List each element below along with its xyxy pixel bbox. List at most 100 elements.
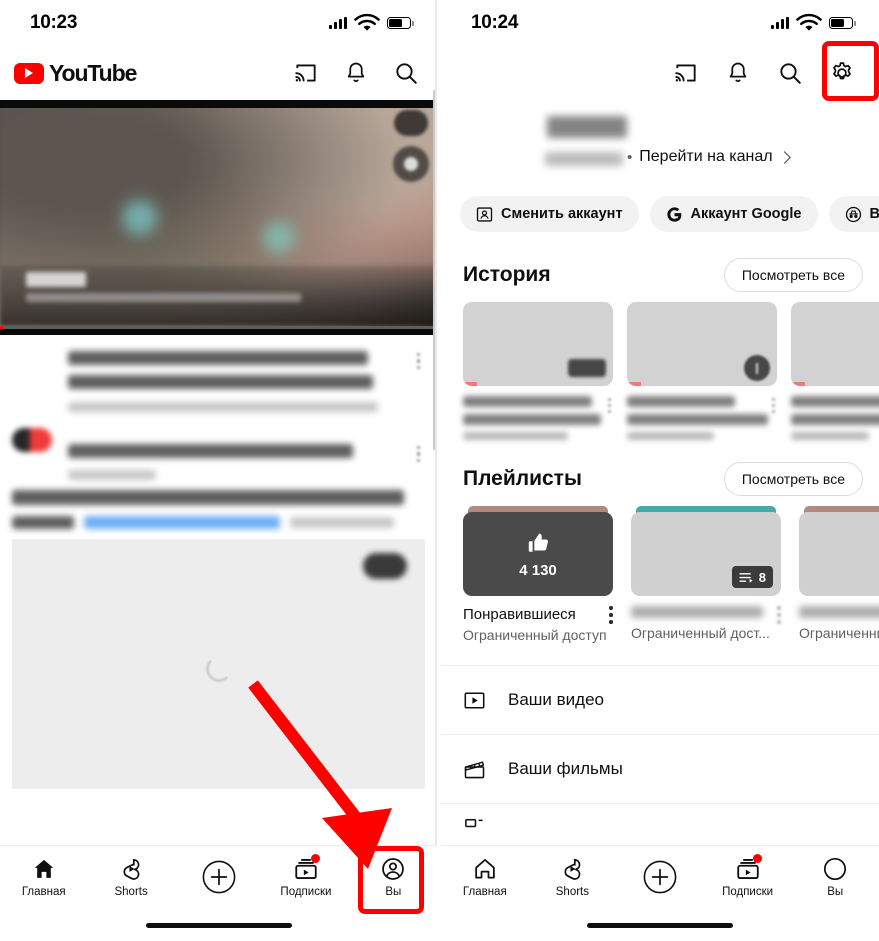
playlist-card-meta: Понравившиеся Ограниченный доступ xyxy=(463,596,613,643)
history-kebab-menu[interactable] xyxy=(608,398,611,416)
account-header: • Перейти на канал xyxy=(441,100,879,192)
youtube-logo[interactable]: YouTube xyxy=(14,60,137,87)
feed-title-line-1 xyxy=(68,351,368,365)
shorts-icon xyxy=(123,859,140,880)
left-bottom-nav: Главная Shorts Подписки Вы xyxy=(0,845,437,941)
playlist-title: Понравившиеся xyxy=(463,606,576,623)
chip-incognito[interactable]: Включить р xyxy=(828,196,879,232)
playlist-card-meta: Ограниченнь xyxy=(799,596,879,641)
playlist-title-redacted xyxy=(631,606,763,618)
search-icon[interactable] xyxy=(777,60,803,86)
history-thumbnail xyxy=(627,302,777,386)
player-seek-bar[interactable] xyxy=(0,326,437,329)
shorts-badge xyxy=(744,355,770,381)
nav-item-home[interactable]: Главная xyxy=(441,856,529,898)
feed-kebab-menu[interactable] xyxy=(417,353,421,372)
history-section-header: История Посмотреть все xyxy=(441,232,879,302)
account-avatar-icon xyxy=(382,858,405,880)
separator-dot: • xyxy=(627,148,633,166)
playlists-card-row[interactable]: 4 130 Понравившиеся Ограниченный доступ xyxy=(441,506,879,643)
playlist-kebab-menu[interactable] xyxy=(609,606,613,627)
history-card-meta xyxy=(791,386,879,440)
feed-title-line-2 xyxy=(68,375,373,389)
playlist-card[interactable]: Ограниченнь xyxy=(799,506,879,643)
playlist-card-meta: Ограниченный дост... xyxy=(631,596,781,641)
search-icon[interactable] xyxy=(393,60,419,86)
cellular-bars-icon xyxy=(329,17,347,29)
nav-item-home[interactable]: Главная xyxy=(0,856,87,898)
nav-item-subscriptions[interactable]: Подписки xyxy=(704,854,792,898)
notifications-bell-icon[interactable] xyxy=(725,60,751,86)
account-action-chips: Сменить аккаунт Аккаунт Google В xyxy=(441,192,879,232)
partial-list-icon xyxy=(465,818,483,827)
nav-item-you[interactable]: Вы xyxy=(791,856,879,898)
player-side-controls[interactable] xyxy=(393,110,429,182)
gear-settings-icon[interactable] xyxy=(829,60,855,86)
history-card-meta xyxy=(463,386,613,440)
left-phone-panel: 10:23 YouTube Главная Shorts Подписки Вы xyxy=(0,0,437,941)
chip-switch-account[interactable]: Сменить аккаунт xyxy=(460,196,639,232)
menu-item-partial[interactable] xyxy=(441,804,879,834)
player-caption-line xyxy=(26,293,301,302)
history-card[interactable] xyxy=(463,302,613,440)
create-plus-icon xyxy=(643,860,677,894)
playlist-title-redacted xyxy=(799,606,879,618)
menu-item-your-movies[interactable]: Ваши фильмы xyxy=(441,735,879,803)
home-indicator xyxy=(587,923,733,928)
playlist-kebab-menu[interactable] xyxy=(777,606,781,627)
history-card[interactable] xyxy=(791,302,879,440)
feed-kebab-menu-2[interactable] xyxy=(417,446,421,465)
channel-avatar[interactable] xyxy=(12,428,52,452)
nav-label-shorts: Shorts xyxy=(555,886,590,898)
playlist-thumbnail xyxy=(799,512,879,596)
playlist-privacy: Ограниченнь xyxy=(799,625,879,641)
history-card[interactable] xyxy=(627,302,777,440)
player-quality-pill[interactable] xyxy=(394,110,428,136)
history-kebab-menu[interactable] xyxy=(772,398,775,416)
playlist-count-value: 8 xyxy=(758,569,766,585)
right-phone-panel: 10:24 • Перейти на канал Сменить аккаунт… xyxy=(441,0,879,941)
status-indicators xyxy=(329,10,414,36)
nav-item-shorts[interactable]: Shorts xyxy=(87,856,174,898)
menu-item-your-videos[interactable]: Ваши видео xyxy=(441,666,879,734)
nav-label-home: Главная xyxy=(21,886,66,898)
feed-video-title-block[interactable] xyxy=(0,335,437,420)
player-letterbox-top xyxy=(0,100,437,108)
playlist-card[interactable]: 8 Ограниченный дост... xyxy=(631,506,781,643)
description-more[interactable] xyxy=(290,517,394,528)
nav-item-create[interactable] xyxy=(616,860,704,894)
history-card-meta xyxy=(627,386,777,440)
chip-label: Аккаунт Google xyxy=(690,206,802,222)
battery-icon xyxy=(829,17,856,29)
youtube-play-icon xyxy=(14,62,44,84)
notifications-bell-icon[interactable] xyxy=(343,60,369,86)
left-app-bar: YouTube xyxy=(0,46,437,100)
create-plus-icon xyxy=(202,860,235,894)
cast-icon[interactable] xyxy=(673,60,699,86)
player-record-button[interactable] xyxy=(393,146,429,182)
description-line-2 xyxy=(12,516,74,529)
account-name-redacted xyxy=(547,116,627,138)
feed-meta-line xyxy=(68,402,378,412)
playlist-card-liked[interactable]: 4 130 Понравившиеся Ограниченный доступ xyxy=(463,506,613,643)
nav-item-subscriptions[interactable]: Подписки xyxy=(262,854,349,898)
nav-label-you: Вы xyxy=(385,886,402,898)
playlists-see-all-button[interactable]: Посмотреть все xyxy=(723,462,863,496)
description-link[interactable] xyxy=(84,516,280,529)
nav-item-you[interactable]: Вы xyxy=(350,856,437,898)
right-app-bar xyxy=(441,46,879,100)
nav-item-shorts[interactable]: Shorts xyxy=(529,856,617,898)
feed-channel-block[interactable] xyxy=(0,420,437,488)
status-clock: 10:24 xyxy=(471,12,519,33)
video-play-box-icon xyxy=(464,691,485,709)
chip-google-account[interactable]: Аккаунт Google xyxy=(649,196,818,232)
loading-spinner-icon xyxy=(205,656,232,682)
home-outline-icon xyxy=(475,859,495,879)
nav-item-create[interactable] xyxy=(175,860,262,894)
history-card-row[interactable] xyxy=(441,302,879,440)
go-to-channel-row[interactable]: • Перейти на канал xyxy=(627,148,791,166)
history-see-all-button[interactable]: Посмотреть все xyxy=(723,258,863,292)
video-player[interactable] xyxy=(0,100,437,335)
cast-icon[interactable] xyxy=(293,60,319,86)
feed-large-thumbnail[interactable] xyxy=(12,539,425,789)
